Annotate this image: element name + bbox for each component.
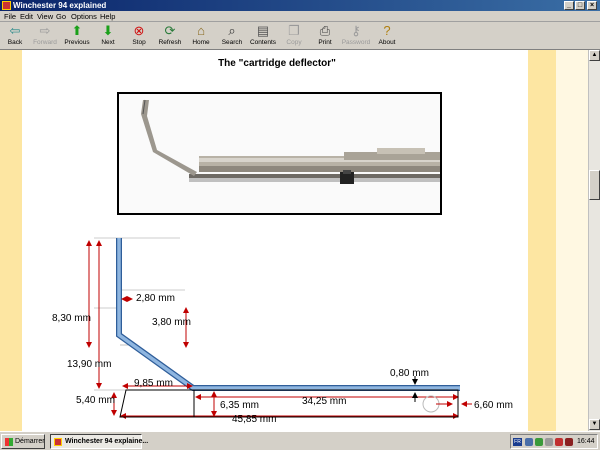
menu-options[interactable]: Options (71, 12, 97, 21)
antivirus-icon[interactable] (535, 438, 543, 446)
scroll-thumb[interactable] (589, 170, 600, 200)
content-area: The "cartridge deflector" 8,30 mm 2,80 m… (0, 50, 588, 431)
menu-help[interactable]: Help (100, 12, 115, 21)
dim-2-80: 2,80 mm (136, 293, 175, 304)
about-button[interactable]: ? About (372, 23, 402, 50)
refresh-icon: ⟳ (164, 23, 176, 38)
back-arrow-icon: ⇦ (9, 23, 21, 38)
taskbar-item-winchester[interactable]: Winchester 94 explaine... (50, 434, 148, 449)
menu-edit[interactable]: Edit (20, 12, 33, 21)
left-margin-band (0, 50, 22, 431)
search-icon: ⌕ (228, 23, 236, 38)
top-view-drawing: 9,85 mm 5,40 mm 6,35 mm 6,60 mm (76, 378, 513, 418)
mail-icon[interactable] (565, 438, 573, 446)
right-margin-band (528, 50, 556, 431)
forward-arrow-icon: ⇨ (39, 23, 51, 38)
menu-bar: File Edit View Go Options Help (0, 11, 600, 22)
dim-6-35: 6,35 mm (220, 400, 259, 411)
network-icon[interactable] (525, 438, 533, 446)
menu-view[interactable]: View (37, 12, 53, 21)
windows-logo-icon (5, 438, 13, 446)
start-button[interactable]: Démarrer (1, 434, 45, 449)
up-arrow-icon: ⬆ (71, 23, 83, 38)
close-button[interactable]: × (587, 1, 597, 10)
app-icon (2, 1, 11, 10)
dim-6-60: 6,60 mm (474, 400, 513, 411)
dim-8-30: 8,30 mm (52, 313, 91, 324)
contents-icon: ▤ (256, 23, 270, 38)
print-icon: ⎙ (319, 23, 331, 38)
clock: 16:44 (577, 438, 595, 445)
scroll-down-button[interactable]: ▼ (589, 419, 600, 430)
cartridge-deflector-photo (117, 92, 442, 215)
taskbar: Démarrer Winchester 94 explaine... FR 16… (0, 431, 600, 450)
volume-icon[interactable] (545, 438, 553, 446)
key-icon: ⚷ (351, 23, 361, 38)
right-margin-band-light (556, 50, 588, 431)
app-icon (54, 438, 62, 446)
security-icon[interactable] (555, 438, 563, 446)
dim-9-85: 9,85 mm (134, 378, 173, 389)
page-title: The "cartridge deflector" (218, 58, 336, 69)
stop-icon: ⊗ (133, 23, 145, 38)
menu-go[interactable]: Go (56, 12, 66, 21)
scroll-up-button[interactable]: ▲ (589, 50, 600, 61)
title-bar: Winchester 94 explained _ □ × (0, 0, 600, 11)
dim-3-80: 3,80 mm (152, 317, 191, 328)
down-arrow-icon: ⬇ (102, 23, 114, 38)
dim-13-90: 13,90 mm (67, 359, 111, 370)
toolbar: ⇦ Back ⇨ Forward ⬆ Previous ⬇ Next ⊗ Sto… (0, 22, 600, 50)
window-title: Winchester 94 explained (13, 1, 107, 10)
menu-file[interactable]: File (4, 12, 16, 21)
home-icon: ⌂ (197, 23, 205, 38)
language-indicator[interactable]: FR (513, 438, 522, 446)
vertical-scrollbar[interactable]: ▲ ▼ (588, 50, 600, 431)
minimize-button[interactable]: _ (564, 1, 574, 10)
copy-icon: ❐ (288, 23, 300, 38)
system-tray: FR 16:44 (510, 434, 598, 449)
maximize-button[interactable]: □ (575, 1, 585, 10)
about-icon: ? (383, 23, 391, 38)
dim-5-40: 5,40 mm (76, 395, 115, 406)
